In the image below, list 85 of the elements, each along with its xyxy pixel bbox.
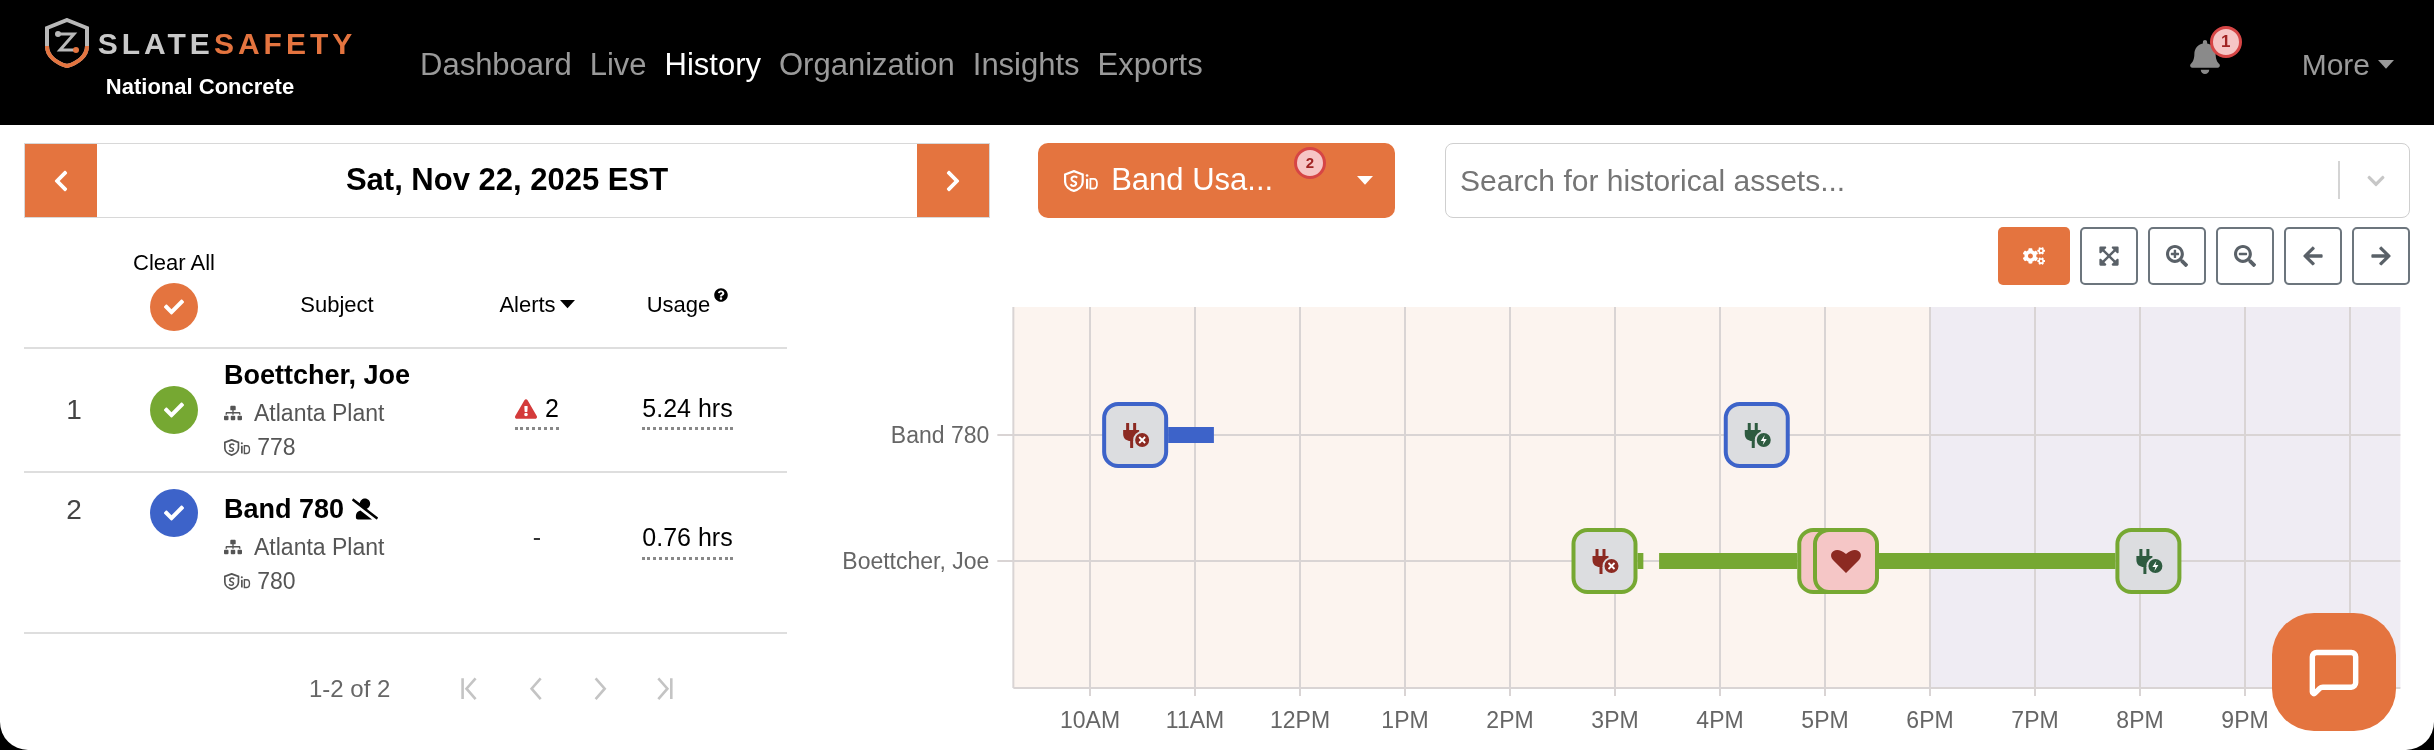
time-tick-label: 7PM: [2011, 707, 2059, 733]
clear-all-link[interactable]: Clear All: [133, 246, 215, 279]
organization-name: National Concrete: [105, 73, 295, 101]
nav-link[interactable]: History: [664, 42, 761, 89]
chevron-right-icon: [592, 677, 608, 701]
alert-number: 2: [545, 392, 559, 424]
help-icon[interactable]: [714, 288, 729, 302]
asset-search-field[interactable]: Search for historical assets...: [1445, 143, 2410, 218]
report-count-badge: 2: [1294, 147, 1326, 179]
nav-link[interactable]: Dashboard: [420, 42, 572, 89]
unplugged-event-marker[interactable]: [1571, 528, 1638, 594]
site-icon: [224, 537, 242, 556]
column-header: Usage: [646, 291, 711, 319]
caret-icon: [2378, 60, 2394, 69]
arrow-right-icon: [2370, 245, 2392, 267]
page-range: 1-2 of 2: [309, 674, 391, 704]
row-checkbox[interactable]: [150, 386, 198, 434]
site-name: Atlanta Plant: [254, 532, 385, 562]
report-dropdown-button[interactable]: Band Usa... 2: [1038, 143, 1395, 218]
time-tick-label: 5PM: [1801, 707, 1849, 733]
column-header: Subject: [300, 291, 374, 319]
subject-name[interactable]: Boettcher, Joe: [224, 355, 411, 396]
nav-link[interactable]: Organization: [779, 42, 955, 89]
time-tick-label: 12PM: [1269, 707, 1331, 733]
zoom-in-button[interactable]: [2148, 227, 2206, 285]
warning-icon: [515, 397, 538, 420]
zoom-out-button[interactable]: [2216, 227, 2274, 285]
gears-icon: [2023, 245, 2045, 267]
time-tick-label: 6PM: [1906, 707, 1954, 733]
sort-caret-icon: [559, 300, 575, 309]
nav-link[interactable]: Exports: [1097, 42, 1203, 89]
arrow-left-icon: [2302, 245, 2324, 267]
site-icon: [224, 404, 242, 422]
alert-count: -: [532, 522, 542, 553]
notification-bell-icon[interactable]: [2187, 40, 2222, 74]
check-icon: [164, 503, 184, 523]
time-tick-label: 10AM: [1059, 707, 1121, 733]
chat-button[interactable]: [2272, 613, 2396, 731]
nav-link[interactable]: Insights: [972, 42, 1080, 89]
band-id-icon: [1064, 169, 1100, 192]
band-id-icon: [224, 572, 252, 590]
row-label: Band 780: [890, 422, 990, 448]
band-number: 778: [257, 433, 296, 463]
select-all-checkbox[interactable]: [150, 283, 198, 331]
row-label: Boettcher, Joe: [842, 548, 990, 574]
check-icon: [164, 400, 184, 420]
usage-hours[interactable]: 5.24 hrs: [642, 389, 733, 431]
band-id-icon: [224, 439, 252, 456]
more-menu[interactable]: More: [2301, 42, 2394, 87]
chevron-left-icon: [528, 677, 543, 701]
check-icon: [164, 297, 184, 317]
nav-link[interactable]: Live: [589, 42, 647, 89]
alert-count[interactable]: 2: [515, 389, 559, 431]
fit-view-button[interactable]: [2080, 227, 2138, 285]
time-tick-label: 8PM: [2116, 707, 2164, 733]
row-number: 1: [66, 393, 82, 427]
pan-left-button[interactable]: [2284, 227, 2342, 285]
unplugged-event-marker[interactable]: [1102, 402, 1169, 468]
time-tick-label: 9PM: [2221, 707, 2269, 733]
chevron-last-icon: [657, 677, 675, 701]
notification-count: 1: [2209, 26, 2242, 58]
logo-wordmark: SLATESAFETY: [97, 25, 357, 62]
heart-event-marker[interactable]: [1813, 528, 1879, 594]
time-tick-label: 1PM: [1381, 707, 1429, 733]
charging-event-marker[interactable]: [2115, 528, 2182, 594]
expand-arrows-icon: [2098, 245, 2120, 267]
subject-name[interactable]: Band 780: [224, 489, 345, 530]
band-number: 780: [257, 567, 296, 596]
column-header[interactable]: Alerts: [499, 288, 556, 321]
chevron-first-icon: [460, 677, 479, 701]
shield-logo-icon: [43, 18, 90, 68]
time-tick-label: 2PM: [1486, 707, 1534, 733]
zoom-in-icon: [2166, 245, 2188, 267]
time-tick-label: 3PM: [1591, 707, 1639, 733]
row-checkbox[interactable]: [150, 489, 198, 537]
time-tick-label: 11AM: [1165, 707, 1225, 733]
charging-event-marker[interactable]: [1723, 402, 1790, 468]
zoom-out-icon: [2234, 245, 2256, 267]
usage-hours[interactable]: 0.76 hrs: [642, 519, 733, 560]
site-name: Atlanta Plant: [254, 398, 385, 428]
settings-button[interactable]: [1998, 227, 2070, 285]
row-number: 2: [66, 493, 82, 527]
caret-icon: [1357, 176, 1373, 185]
pan-right-button[interactable]: [2352, 227, 2410, 285]
time-tick-label: 4PM: [1696, 707, 1744, 733]
